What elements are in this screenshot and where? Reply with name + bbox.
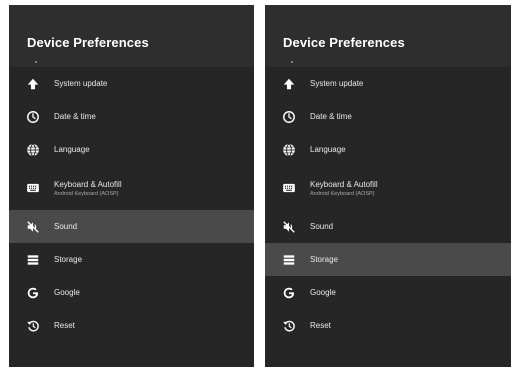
arrow-up-icon [282, 77, 296, 91]
menu-item-google[interactable]: Google [265, 276, 511, 309]
menu-item-storage[interactable]: Storage [265, 243, 511, 276]
scroll-indicator [291, 61, 293, 63]
settings-panel-left: Device Preferences System update Date & … [9, 5, 254, 367]
menu-item-reset[interactable]: Reset [265, 309, 511, 342]
screenshot-canvas: Device Preferences System update Date & … [0, 0, 514, 370]
menu-item-google[interactable]: Google [9, 276, 254, 309]
menu-item-sublabel: Android Keyboard (AOSP) [310, 190, 375, 197]
menu-item-reset[interactable]: Reset [9, 309, 254, 342]
arrow-up-icon [26, 77, 40, 91]
settings-panel-right: Device Preferences System update Date & … [265, 5, 511, 367]
volume-off-icon [282, 220, 296, 234]
globe-icon [26, 143, 40, 157]
menu-item-label: Keyboard & Autofill [310, 179, 378, 189]
menu-item-label: Language [310, 145, 346, 154]
preferences-menu: System update Date & time Language Keybo… [265, 67, 511, 342]
google-icon [282, 286, 296, 300]
menu-item-label: Language [54, 145, 90, 154]
menu-item-language[interactable]: Language [9, 133, 254, 166]
menu-item-storage[interactable]: Storage [9, 243, 254, 276]
keyboard-icon [26, 181, 40, 195]
menu-item-label: System update [54, 79, 108, 88]
menu-item-label: Storage [310, 255, 339, 264]
menu-item-label: Google [310, 288, 336, 297]
preferences-menu: System update Date & time Language Keybo… [9, 67, 254, 342]
menu-item-date-time[interactable]: Date & time [265, 100, 511, 133]
menu-item-label: Date & time [310, 112, 352, 121]
storage-icon [282, 253, 296, 267]
globe-icon [282, 143, 296, 157]
clock-icon [26, 110, 40, 124]
menu-item-date-time[interactable]: Date & time [9, 100, 254, 133]
reset-icon [26, 319, 40, 333]
menu-item-keyboard-autofill[interactable]: Keyboard & Autofill Android Keyboard (AO… [9, 166, 254, 210]
menu-item-label: System update [310, 79, 364, 88]
keyboard-icon [282, 181, 296, 195]
page-title: Device Preferences [27, 35, 149, 50]
menu-item-system-update[interactable]: System update [9, 67, 254, 100]
menu-item-sound[interactable]: Sound [9, 210, 254, 243]
page-title: Device Preferences [283, 35, 405, 50]
menu-item-label: Sound [54, 222, 78, 231]
volume-off-icon [26, 220, 40, 234]
panel-header: Device Preferences [9, 5, 254, 67]
clock-icon [282, 110, 296, 124]
menu-item-language[interactable]: Language [265, 133, 511, 166]
menu-item-label: Google [54, 288, 80, 297]
menu-item-system-update[interactable]: System update [265, 67, 511, 100]
storage-icon [26, 253, 40, 267]
menu-item-label: Storage [54, 255, 83, 264]
menu-item-label: Sound [310, 222, 334, 231]
menu-item-label: Date & time [54, 112, 96, 121]
scroll-indicator [35, 61, 37, 63]
menu-item-label: Reset [54, 321, 75, 330]
menu-item-label: Reset [310, 321, 331, 330]
menu-item-sublabel: Android Keyboard (AOSP) [54, 190, 119, 197]
menu-item-label: Keyboard & Autofill [54, 179, 122, 189]
google-icon [26, 286, 40, 300]
panel-header: Device Preferences [265, 5, 511, 67]
menu-item-sound[interactable]: Sound [265, 210, 511, 243]
menu-item-keyboard-autofill[interactable]: Keyboard & Autofill Android Keyboard (AO… [265, 166, 511, 210]
reset-icon [282, 319, 296, 333]
